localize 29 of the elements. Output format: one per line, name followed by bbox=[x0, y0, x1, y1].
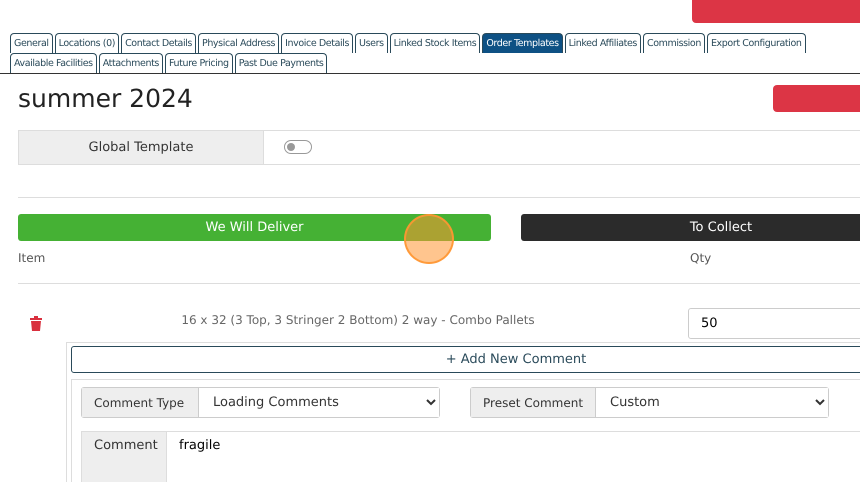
comment-type-select[interactable]: Comment Type Loading Comments bbox=[81, 387, 440, 418]
qty-input[interactable]: 50 bbox=[688, 308, 860, 339]
tab[interactable]: Available Facilities bbox=[10, 53, 97, 73]
tab[interactable]: Physical Address bbox=[198, 33, 280, 53]
item-name: 16 x 32 (3 Top, 3 Stringer 2 Bottom) 2 way - Combo Pallets bbox=[180, 312, 536, 326]
tab[interactable]: Attachments bbox=[98, 53, 163, 73]
field-label: Comment bbox=[81, 431, 167, 482]
field-label: Global Template bbox=[19, 131, 264, 164]
delivery-option-button[interactable]: To Collect bbox=[521, 214, 860, 241]
column-header: Item bbox=[18, 251, 46, 265]
tab[interactable]: Locations (0) bbox=[54, 33, 120, 53]
column-header: Qty bbox=[690, 251, 712, 265]
tab[interactable]: Export Configuration bbox=[706, 33, 806, 53]
tab[interactable]: Past Due Payments bbox=[234, 53, 328, 73]
tab[interactable]: Contact Details bbox=[121, 33, 196, 53]
preset-comment-select[interactable]: Preset Comment Custom bbox=[470, 387, 829, 418]
tab[interactable]: Users bbox=[355, 33, 388, 53]
tab[interactable]: Order Templates bbox=[482, 33, 563, 53]
toggle-switch[interactable] bbox=[284, 140, 312, 154]
click-indicator bbox=[404, 214, 454, 264]
tab[interactable]: General bbox=[10, 33, 53, 53]
template-title: summer 2024 bbox=[18, 84, 194, 113]
add-comment-button[interactable]: + Add New Comment bbox=[71, 346, 860, 373]
tab[interactable]: Linked Stock Items bbox=[390, 33, 480, 53]
trash-icon[interactable] bbox=[29, 316, 43, 331]
tab[interactable]: Commission bbox=[642, 33, 705, 53]
tab[interactable]: Linked Affiliates bbox=[564, 33, 641, 53]
tab[interactable]: Invoice Details bbox=[281, 33, 354, 53]
tab[interactable]: Future Pricing bbox=[164, 53, 233, 73]
